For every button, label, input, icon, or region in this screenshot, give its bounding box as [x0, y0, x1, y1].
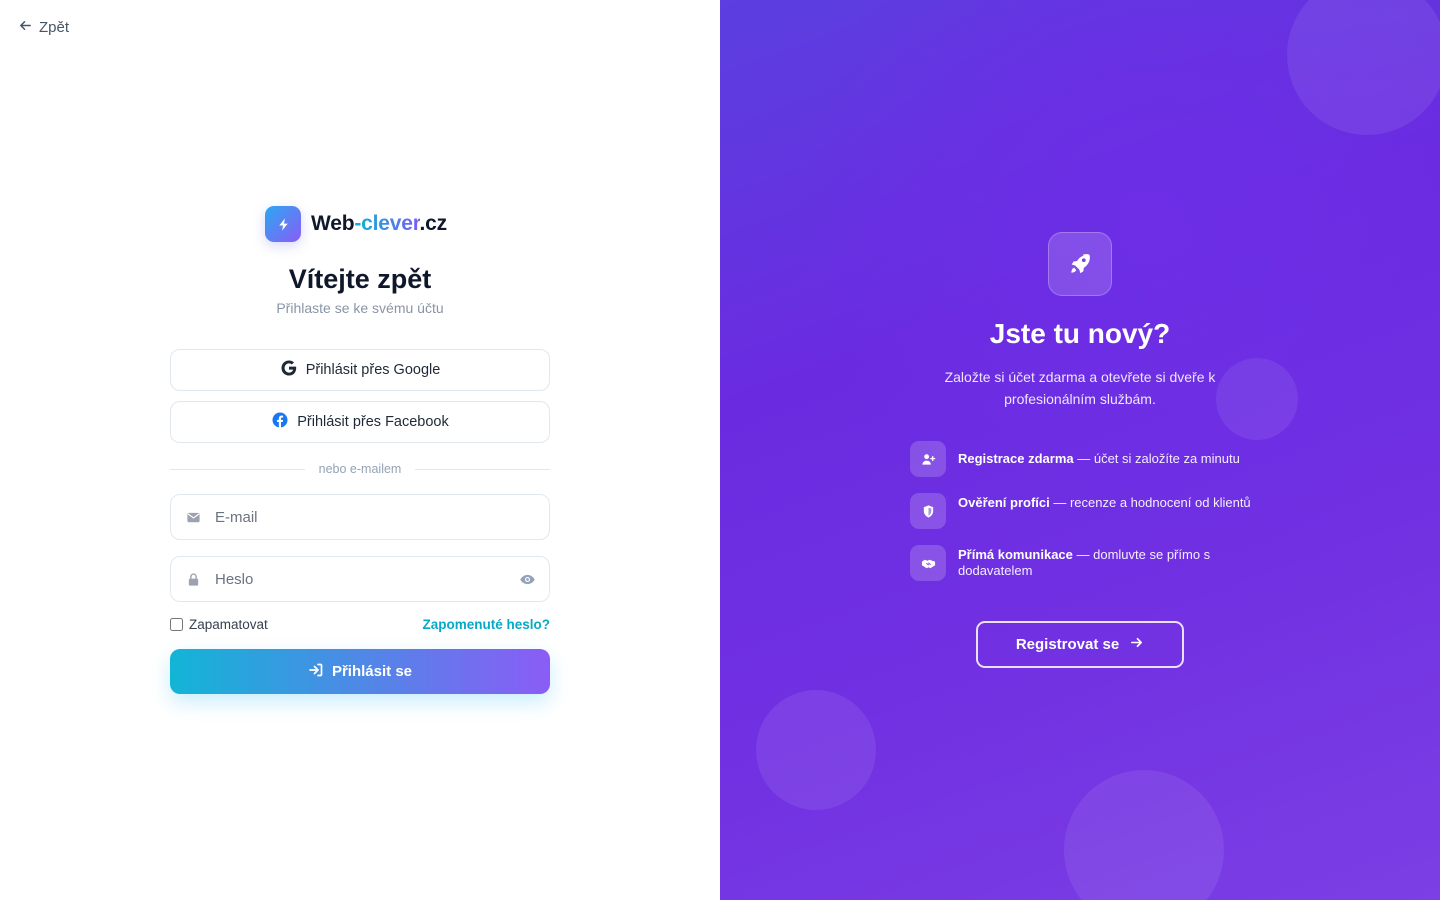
- back-label: Zpět: [39, 19, 70, 36]
- remember-me[interactable]: Zapamatovat: [170, 617, 268, 632]
- divider-label: nebo e-mailem: [318, 462, 402, 476]
- login-button[interactable]: Přihlásit se: [170, 649, 550, 694]
- facebook-icon: [271, 411, 289, 433]
- google-login-label: Přihlásit přes Google: [305, 362, 441, 378]
- email-input[interactable]: [215, 495, 549, 539]
- eye-icon[interactable]: [505, 571, 549, 588]
- lock-icon: [171, 572, 215, 587]
- forgot-password-link[interactable]: Zapomenuté heslo?: [422, 617, 550, 632]
- register-button[interactable]: Registrovat se: [976, 621, 1184, 668]
- register-button-label: Registrovat se: [1015, 636, 1120, 653]
- arrow-right-icon: [1129, 635, 1144, 654]
- decorative-circle: [756, 690, 876, 810]
- email-field-wrapper: [170, 494, 550, 540]
- divider-line: [170, 468, 305, 470]
- feature-item: Registrace zdarma — účet si založíte za …: [910, 441, 1260, 477]
- user-plus-icon: [910, 441, 946, 477]
- remember-checkbox[interactable]: [170, 618, 183, 631]
- password-field-wrapper: [170, 556, 550, 602]
- password-input[interactable]: [215, 557, 505, 601]
- shield-icon: [910, 493, 946, 529]
- envelope-icon: [171, 510, 215, 525]
- page-subtitle: Přihlaste se ke svému účtu: [276, 300, 444, 316]
- facebook-login-label: Přihlásit přes Facebook: [297, 414, 449, 430]
- back-link[interactable]: Zpět: [18, 18, 69, 37]
- promo-panel: Jste tu nový? Založte si účet zdarma a o…: [720, 0, 1440, 900]
- rocket-icon: [1048, 232, 1112, 296]
- feature-text: Registrace zdarma — účet si založíte za …: [958, 451, 1240, 466]
- feature-text: Ověření profíci — recenze a hodnocení od…: [958, 495, 1251, 510]
- login-button-label: Přihlásit se: [331, 663, 413, 680]
- facebook-login-button[interactable]: Přihlásit přes Facebook: [170, 401, 550, 443]
- feature-item: Ověření profíci — recenze a hodnocení od…: [910, 493, 1260, 529]
- brand-logo: Web-clever.cz: [265, 206, 447, 242]
- promo-title: Jste tu nový?: [989, 318, 1171, 349]
- remember-label: Zapamatovat: [189, 617, 268, 632]
- lightning-icon: [265, 206, 301, 242]
- promo-subtitle: Založte si účet zdarma a otevřete si dve…: [944, 369, 1216, 407]
- brand-name: Web-clever.cz: [311, 212, 447, 235]
- google-icon: [280, 359, 298, 381]
- feature-text: Přímá komunikace — domluvte se přímo s d…: [958, 547, 1211, 578]
- login-panel: Zpět Web-clever.cz Vítejte zpět Přihlast…: [0, 0, 720, 900]
- sign-in-icon: [308, 662, 324, 682]
- arrow-left-icon: [18, 18, 33, 37]
- divider-line: [415, 468, 550, 470]
- email-divider: nebo e-mailem: [170, 462, 550, 476]
- feature-item: Přímá komunikace — domluvte se přímo s d…: [910, 545, 1260, 581]
- page-title: Vítejte zpět: [288, 264, 432, 294]
- handshake-icon: [910, 545, 946, 581]
- decorative-circle: [1064, 770, 1224, 900]
- decorative-circle: [1287, 0, 1440, 135]
- google-login-button[interactable]: Přihlásit přes Google: [170, 349, 550, 391]
